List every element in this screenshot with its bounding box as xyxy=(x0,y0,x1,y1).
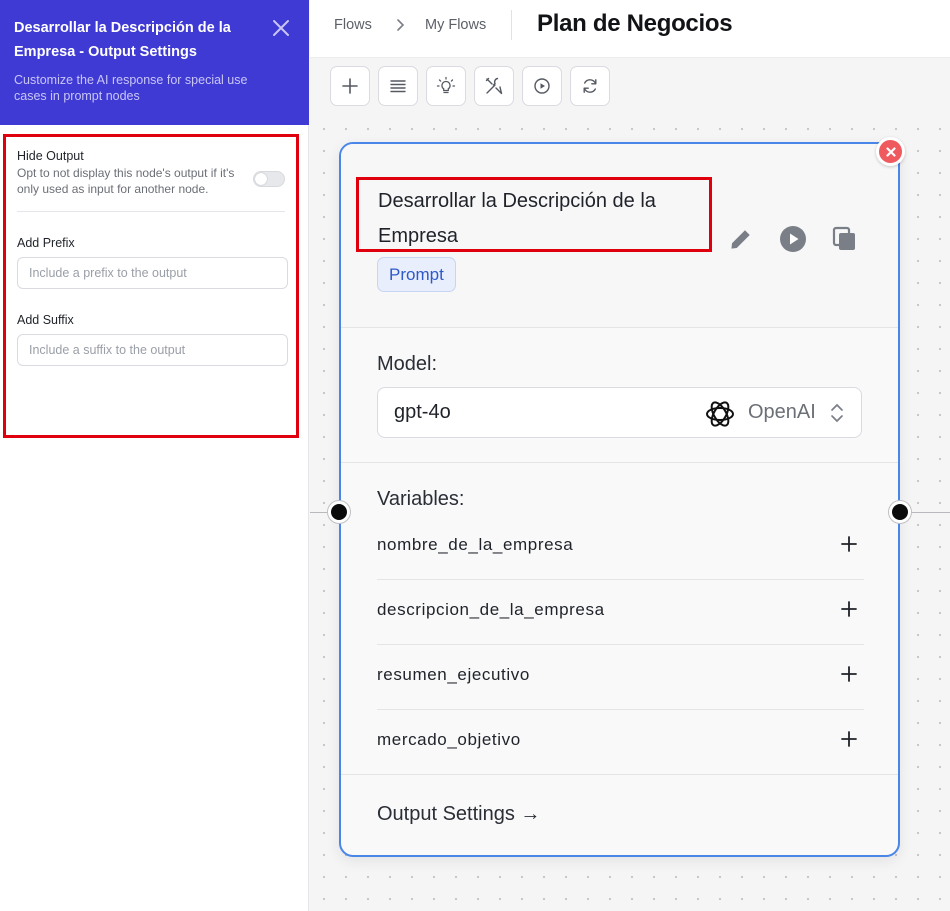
canvas-toolbar xyxy=(330,66,610,106)
list-icon xyxy=(390,80,406,93)
edit-icon[interactable] xyxy=(726,224,756,254)
close-icon[interactable] xyxy=(271,18,291,38)
panel-title: Desarrollar la Descripción de la Empresa… xyxy=(14,20,231,60)
suffix-label: Add Suffix xyxy=(17,313,74,327)
ideas-button[interactable] xyxy=(426,66,466,106)
variable-name: resumen_ejecutivo xyxy=(377,665,530,684)
variable-name: nombre_de_la_empresa xyxy=(377,535,574,554)
list-button[interactable] xyxy=(378,66,418,106)
panel-subtitle: Customize the AI response for special us… xyxy=(14,73,248,103)
delete-node-button[interactable] xyxy=(876,137,905,166)
model-value: gpt-4o xyxy=(394,401,451,423)
node-title-line2: Empresa xyxy=(378,225,459,247)
divider xyxy=(17,211,285,212)
chevron-right-icon xyxy=(396,17,406,33)
variable-row[interactable]: mercado_objetivo xyxy=(377,710,864,775)
output-settings-link[interactable]: Output Settings → xyxy=(377,803,540,826)
divider xyxy=(341,774,898,775)
variable-row[interactable]: resumen_ejecutivo xyxy=(377,645,864,710)
prompt-node[interactable]: Desarrollar la Descripción de la Empresa… xyxy=(339,142,900,857)
breadcrumb-my-flows[interactable]: My Flows xyxy=(425,17,486,33)
breadcrumb-flows[interactable]: Flows xyxy=(334,17,372,33)
run-button[interactable] xyxy=(522,66,562,106)
chevron-updown-icon xyxy=(829,401,845,425)
output-settings-panel: Desarrollar la Descripción de la Empresa… xyxy=(0,0,309,911)
prefix-input[interactable] xyxy=(17,257,288,289)
close-icon xyxy=(885,146,896,157)
tools-button[interactable] xyxy=(474,66,514,106)
node-header: Desarrollar la Descripción de la Empresa… xyxy=(341,144,898,328)
input-handle[interactable] xyxy=(328,501,350,523)
node-title: Desarrollar la Descripción de la Empresa xyxy=(356,177,712,252)
play-circle-icon[interactable] xyxy=(778,224,808,254)
plus-icon[interactable] xyxy=(840,600,858,618)
variable-name: descripcion_de_la_empresa xyxy=(377,600,605,619)
tools-icon xyxy=(485,77,503,95)
lightbulb-icon xyxy=(436,76,456,94)
panel-header: Desarrollar la Descripción de la Empresa… xyxy=(0,0,309,125)
node-type-badge: Prompt xyxy=(377,257,456,292)
divider xyxy=(511,10,512,40)
suffix-input[interactable] xyxy=(17,334,288,366)
page-title: Plan de Negocios xyxy=(537,10,733,37)
plus-icon[interactable] xyxy=(840,535,858,553)
variable-name: mercado_objetivo xyxy=(377,730,521,749)
divider xyxy=(341,462,898,463)
top-bar: Flows My Flows Plan de Negocios xyxy=(310,0,950,58)
node-title-line1: Desarrollar la Descripción de la xyxy=(378,190,656,212)
prefix-label: Add Prefix xyxy=(17,236,75,250)
variables-label: Variables: xyxy=(377,488,465,510)
hide-output-title: Hide Output xyxy=(17,149,84,163)
variable-row[interactable]: descripcion_de_la_empresa xyxy=(377,580,864,645)
refresh-icon xyxy=(583,79,597,93)
play-circle-icon xyxy=(534,78,550,94)
add-node-button[interactable] xyxy=(330,66,370,106)
openai-icon xyxy=(702,396,738,432)
hide-output-description: Opt to not display this node's output if… xyxy=(17,166,235,196)
plus-icon[interactable] xyxy=(840,730,858,748)
provider-label: OpenAI xyxy=(748,401,816,423)
output-handle[interactable] xyxy=(889,501,911,523)
variable-row[interactable]: nombre_de_la_empresa xyxy=(377,515,864,580)
refresh-button[interactable] xyxy=(570,66,610,106)
plus-icon xyxy=(342,78,358,94)
model-select[interactable]: gpt-4o OpenAI xyxy=(377,387,862,438)
hide-output-toggle[interactable] xyxy=(253,171,285,187)
settings-form: Hide Output Opt to not display this node… xyxy=(3,134,299,438)
copy-icon[interactable] xyxy=(830,224,860,254)
model-label: Model: xyxy=(377,353,438,375)
plus-icon[interactable] xyxy=(840,665,858,683)
